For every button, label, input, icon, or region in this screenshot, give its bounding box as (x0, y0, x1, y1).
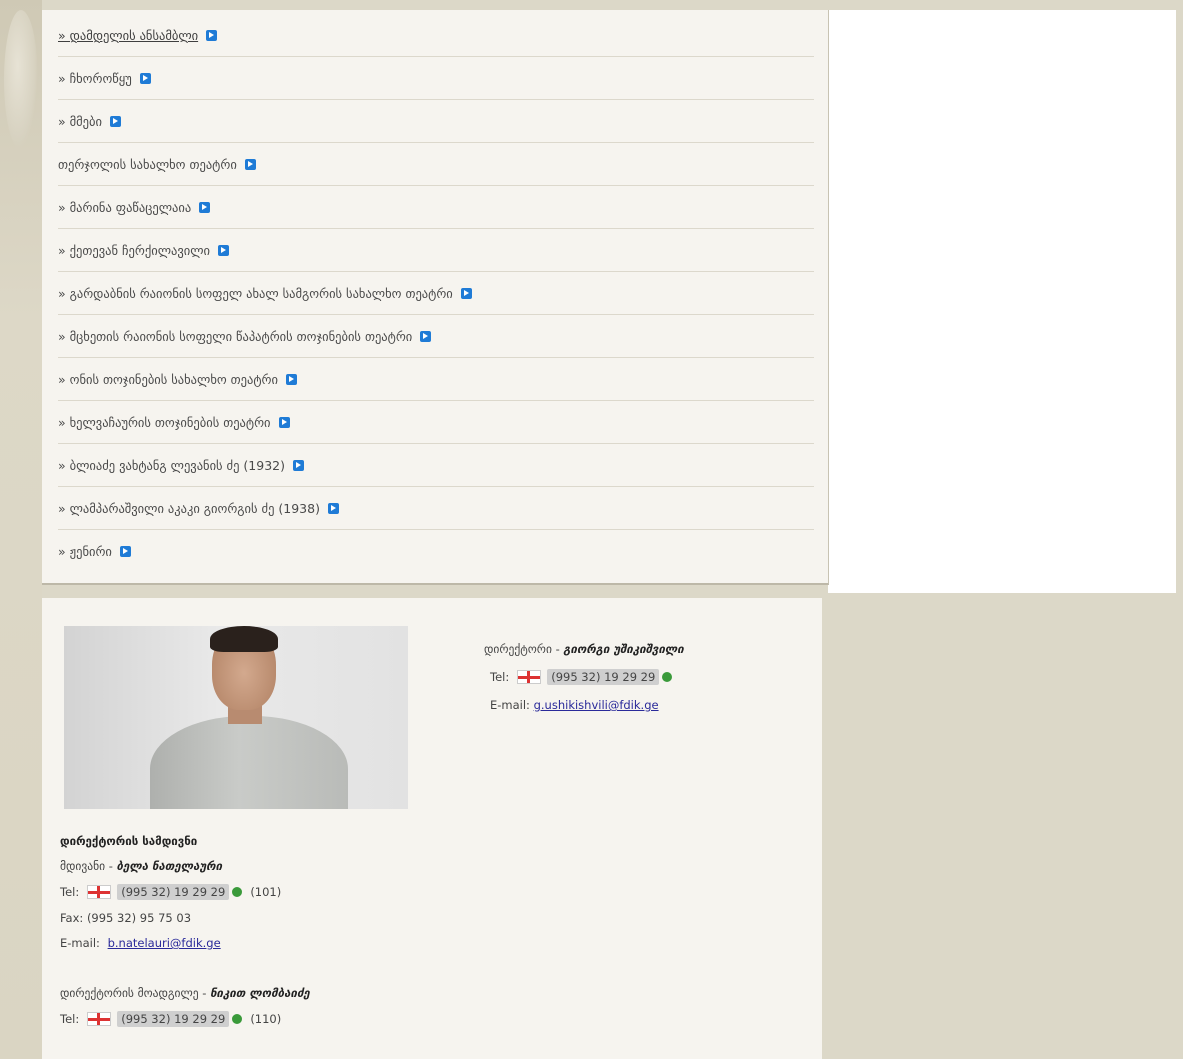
deputy-name: ნიკით ლომბაიძე (210, 986, 310, 1000)
list-item[interactable]: » ქეთევან ჩერქილავილი (58, 229, 814, 272)
external-link-icon[interactable] (327, 502, 339, 514)
photo-shirt (150, 716, 348, 809)
email-label: E-mail: (60, 936, 100, 950)
external-link-icon[interactable] (420, 330, 432, 342)
list-item[interactable]: » ჩხოროწყუ (58, 57, 814, 100)
external-link-icon[interactable] (199, 201, 211, 213)
list-item-link[interactable]: » ბლიაძე ვახტანგ ლევანის ძე (1932) (58, 458, 285, 473)
phone-extension: (101) (250, 885, 282, 899)
director-contact: დირექტორი - გიორგი უშიკიშვილი Tel: (995 … (484, 642, 684, 712)
director-phone-row: Tel: (995 32) 19 29 29 (490, 669, 684, 685)
list-item-link[interactable]: » მმები (58, 114, 102, 129)
list-item-link[interactable]: » ქეთევან ჩერქილავილი (58, 243, 210, 258)
office-contacts: დირექტორის სამდივნი მდივანი - ბელა ნათელ… (60, 834, 310, 1027)
list-item[interactable]: » მცხეთის რაიონის სოფელი წაპატრის თოჯინე… (58, 315, 814, 358)
ornament-graphic (4, 10, 38, 150)
right-blank-area (828, 10, 1176, 593)
deputy-line: დირექტორის მოადგილე - ნიკით ლომბაიძე (60, 986, 310, 1000)
external-link-icon[interactable] (292, 459, 304, 471)
georgia-flag-icon (87, 885, 112, 899)
list-item-link[interactable]: » ჩხოროწყუ (58, 71, 132, 86)
list-item-link[interactable]: » ჟენირი (58, 544, 112, 559)
external-link-icon[interactable] (285, 373, 297, 385)
list-item[interactable]: » მარინა ფაწაცელაია (58, 186, 814, 229)
secretary-phone-row: Tel: (995 32) 19 29 29 (101) (60, 884, 310, 900)
list-item[interactable]: » ხელვაჩაურის თოჯინების თეატრი (58, 401, 814, 444)
list-item[interactable]: » გარდაბნის რაიონის სოფელ ახალ სამგორის … (58, 272, 814, 315)
phone-number[interactable]: (995 32) 19 29 29 (117, 884, 230, 900)
list-item[interactable]: » ლამპარაშვილი აკაკი გიორგის ძე (1938) (58, 487, 814, 530)
list-item-link[interactable]: » გარდაბნის რაიონის სოფელ ახალ სამგორის … (58, 286, 453, 301)
list-item[interactable]: » ბლიაძე ვახტანგ ლევანის ძე (1932) (58, 444, 814, 487)
deputy-role: დირექტორის მოადგილე - (60, 986, 207, 1000)
secretary-email-row: E-mail: b.natelauri@fdik.ge (60, 936, 310, 950)
secretary-name: ბელა ნათელაური (116, 859, 223, 873)
list-item-link[interactable]: » მარინა ფაწაცელაია (58, 200, 191, 215)
external-link-icon[interactable] (278, 416, 290, 428)
theatres-list: » დამდელის ანსამბლი » ჩხოროწყუ » მმები თ… (58, 14, 814, 572)
director-title: დირექტორი - გიორგი უშიკიშვილი (484, 642, 684, 656)
list-item[interactable]: თერჯოლის სახალხო თეატრი (58, 143, 814, 186)
tel-label: Tel: (60, 1012, 80, 1026)
phone-icon[interactable] (232, 887, 243, 897)
director-photo (64, 626, 408, 809)
external-link-icon[interactable] (460, 287, 472, 299)
list-item[interactable]: » მმები (58, 100, 814, 143)
list-item-link[interactable]: » ლამპარაშვილი აკაკი გიორგის ძე (1938) (58, 501, 320, 516)
tel-label: Tel: (490, 670, 510, 684)
director-email-link[interactable]: g.ushikishvili@fdik.ge (534, 698, 659, 712)
director-name: გიორგი უშიკიშვილი (563, 642, 684, 656)
external-link-icon[interactable] (109, 115, 121, 127)
theatres-menu-panel: » დამდელის ანსამბლი » ჩხოროწყუ » მმები თ… (42, 10, 829, 585)
external-link-icon[interactable] (244, 158, 256, 170)
georgia-flag-icon (517, 670, 542, 684)
list-item-link[interactable]: » ხელვაჩაურის თოჯინების თეატრი (58, 415, 271, 430)
secretary-line: მდივანი - ბელა ნათელაური (60, 859, 310, 873)
email-label: E-mail: (490, 698, 530, 712)
office-title: დირექტორის სამდივნი (60, 834, 198, 848)
phone-icon[interactable] (662, 672, 673, 682)
phone-number[interactable]: (995 32) 19 29 29 (117, 1011, 230, 1027)
director-role: დირექტორი - (484, 642, 560, 656)
phone-extension: (110) (250, 1012, 282, 1026)
director-email-row: E-mail: g.ushikishvili@fdik.ge (490, 698, 684, 712)
external-link-icon[interactable] (218, 244, 230, 256)
secretary-role: მდივანი - (60, 859, 113, 873)
tel-label: Tel: (60, 885, 80, 899)
secretary-email-link[interactable]: b.natelauri@fdik.ge (108, 936, 221, 950)
external-link-icon[interactable] (119, 545, 131, 557)
list-item[interactable]: » დამდელის ანსამბლი (58, 14, 814, 57)
fax-line: Fax: (995 32) 95 75 03 (60, 911, 192, 925)
list-item-link[interactable]: თერჯოლის სახალხო თეატრი (58, 157, 237, 172)
list-item[interactable]: » ჟენირი (58, 530, 814, 572)
phone-icon[interactable] (232, 1014, 243, 1024)
decorative-left-strip (0, 0, 42, 1059)
list-item-link[interactable]: » მცხეთის რაიონის სოფელი წაპატრის თოჯინე… (58, 329, 412, 344)
external-link-icon[interactable] (139, 72, 151, 84)
contacts-panel: დირექტორი - გიორგი უშიკიშვილი Tel: (995 … (42, 598, 822, 1059)
phone-number[interactable]: (995 32) 19 29 29 (547, 669, 660, 685)
georgia-flag-icon (87, 1012, 112, 1026)
external-link-icon[interactable] (206, 29, 218, 41)
deputy-phone-row: Tel: (995 32) 19 29 29 (110) (60, 1011, 310, 1027)
list-item-link[interactable]: » დამდელის ანსამბლი (58, 28, 198, 43)
list-item-link[interactable]: » ონის თოჯინების სახალხო თეატრი (58, 372, 278, 387)
photo-hair (210, 626, 278, 652)
list-item[interactable]: » ონის თოჯინების სახალხო თეატრი (58, 358, 814, 401)
